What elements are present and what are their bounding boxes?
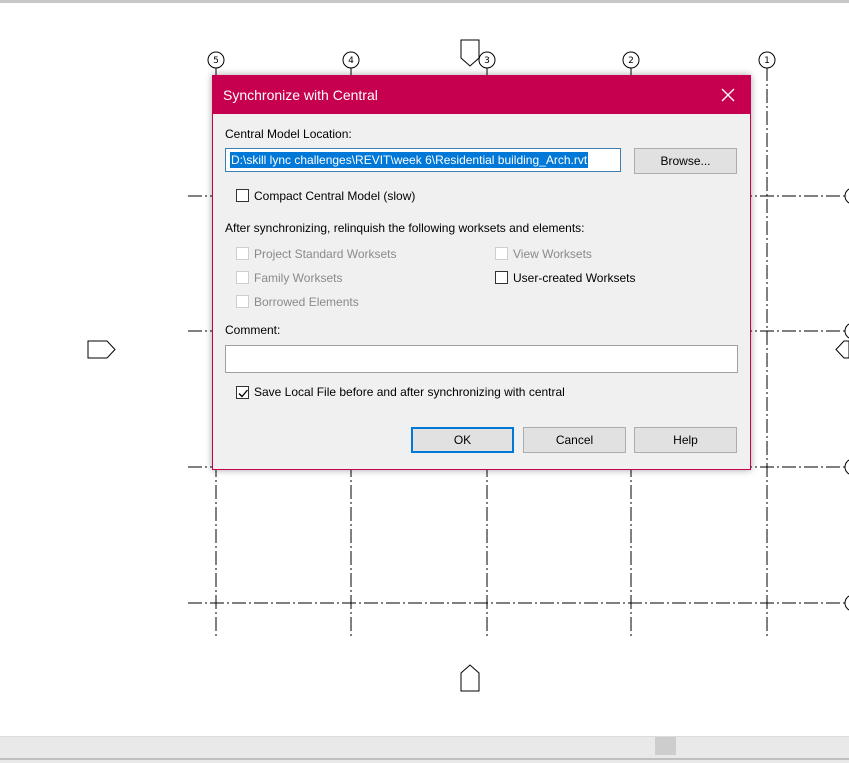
grid-bubble-h4[interactable] <box>844 595 849 611</box>
ok-button[interactable]: OK <box>411 427 514 453</box>
family-worksets-label: Family Worksets <box>254 271 343 285</box>
status-divider <box>0 758 849 760</box>
grid-label-2: 2 <box>628 56 634 66</box>
cancel-button[interactable]: Cancel <box>523 427 626 453</box>
scroll-thumb[interactable] <box>655 737 676 755</box>
browse-button[interactable]: Browse... <box>634 148 737 174</box>
elevation-marker-east[interactable] <box>835 340 849 359</box>
dialog-titlebar[interactable]: Synchronize with Central <box>213 76 750 114</box>
compact-central-label: Compact Central Model (slow) <box>254 189 416 203</box>
grid-bubble-h2[interactable] <box>844 323 849 339</box>
comment-input[interactable] <box>225 345 738 373</box>
horizontal-scrollbar[interactable] <box>0 736 849 763</box>
comment-label: Comment: <box>225 323 281 337</box>
elevation-marker-south[interactable] <box>460 664 480 692</box>
central-model-location-label: Central Model Location: <box>225 127 352 141</box>
project-standard-worksets-label: Project Standard Worksets <box>254 247 397 261</box>
view-worksets-label: View Worksets <box>513 247 592 261</box>
checkmark-icon <box>238 389 248 398</box>
help-button[interactable]: Help <box>634 427 737 453</box>
family-worksets-checkbox <box>236 271 249 284</box>
grid-bubble-h1[interactable] <box>844 188 849 204</box>
grid-label-4: 4 <box>348 56 354 66</box>
relinquish-label: After synchronizing, relinquish the foll… <box>225 221 585 235</box>
save-local-checkbox[interactable] <box>236 386 249 399</box>
borrowed-elements-checkbox <box>236 295 249 308</box>
grid-label-1: 1 <box>764 56 770 66</box>
save-local-label: Save Local File before and after synchro… <box>254 385 565 399</box>
central-model-path-text: D:\skill lync challenges\REVIT\week 6\Re… <box>230 152 589 168</box>
close-button[interactable] <box>706 76 750 114</box>
elevation-marker-west[interactable] <box>87 340 116 359</box>
view-worksets-checkbox <box>495 247 508 260</box>
borrowed-elements-label: Borrowed Elements <box>254 295 359 309</box>
compact-central-checkbox[interactable] <box>236 189 249 202</box>
user-created-worksets-label: User-created Worksets <box>513 271 636 285</box>
central-model-location-input[interactable]: D:\skill lync challenges\REVIT\week 6\Re… <box>225 148 621 172</box>
user-created-worksets-checkbox[interactable] <box>495 271 508 284</box>
grid-label-5: 5 <box>213 56 219 66</box>
project-standard-worksets-checkbox <box>236 247 249 260</box>
synchronize-dialog: Synchronize with Central Central Model L… <box>212 75 751 470</box>
grid-label-3: 3 <box>484 56 490 66</box>
close-icon <box>721 88 735 102</box>
dialog-title: Synchronize with Central <box>223 87 378 103</box>
elevation-marker-north[interactable] <box>460 39 480 67</box>
grid-bubble-h3[interactable] <box>844 459 849 475</box>
